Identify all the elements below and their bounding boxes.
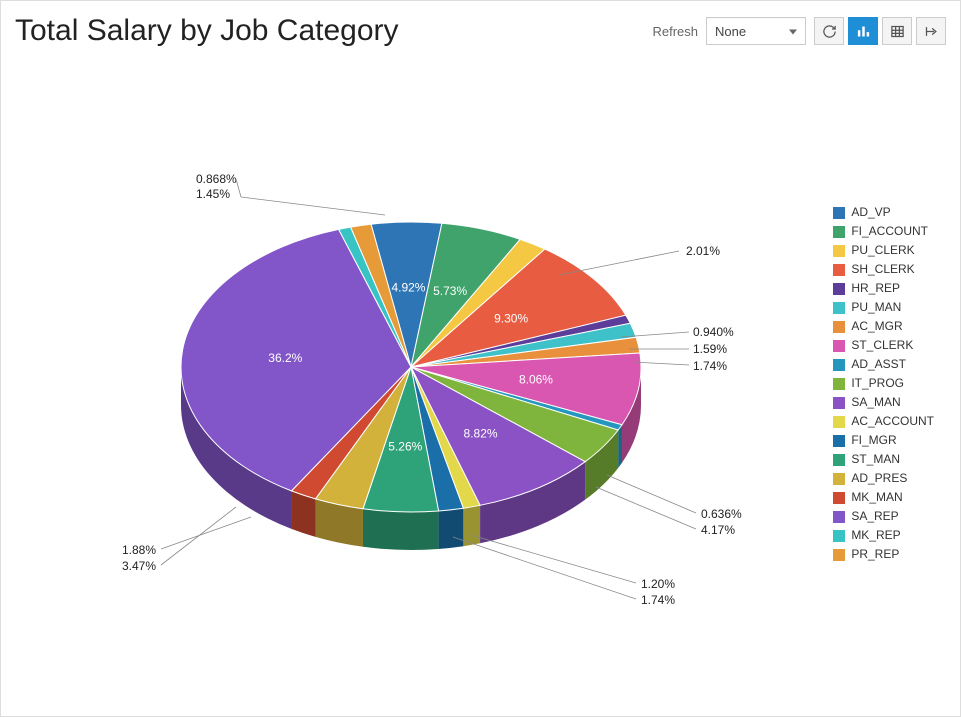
legend-label: SA_MAN	[851, 393, 900, 412]
slice-label: 4.92%	[391, 280, 425, 294]
pie-side	[363, 509, 439, 550]
legend-label: FI_MGR	[851, 431, 896, 450]
slice-label: 9.30%	[494, 311, 528, 325]
slice-callout-label: 1.74%	[693, 359, 727, 373]
legend-swatch	[833, 530, 845, 542]
legend-item[interactable]: MK_REP	[833, 526, 934, 545]
legend-item[interactable]: ST_CLERK	[833, 336, 934, 355]
legend-item[interactable]: SA_REP	[833, 507, 934, 526]
legend-swatch	[833, 245, 845, 257]
legend-swatch	[833, 454, 845, 466]
legend-swatch	[833, 226, 845, 238]
legend-label: AD_VP	[851, 203, 890, 222]
slice-callout-label: 1.20%	[641, 577, 675, 591]
legend-item[interactable]: AC_MGR	[833, 317, 934, 336]
legend-item[interactable]: PU_CLERK	[833, 241, 934, 260]
slice-callout-label: 1.59%	[693, 342, 727, 356]
legend-swatch	[833, 359, 845, 371]
slice-callout-label: 0.940%	[693, 325, 734, 339]
legend-label: HR_REP	[851, 279, 900, 298]
pie-chart: 4.92% 5.73% 9.30% 8.06% 8.82% 5.26% 36.2%	[151, 187, 671, 567]
legend-item[interactable]: AD_PRES	[833, 469, 934, 488]
legend-swatch	[833, 416, 845, 428]
legend-item[interactable]: FI_ACCOUNT	[833, 222, 934, 241]
slice-label: 5.73%	[433, 284, 467, 298]
legend-label: IT_PROG	[851, 374, 904, 393]
legend-item[interactable]: AD_ASST	[833, 355, 934, 374]
legend-item[interactable]: HR_REP	[833, 279, 934, 298]
legend-item[interactable]: MK_MAN	[833, 488, 934, 507]
legend-label: PU_CLERK	[851, 241, 914, 260]
legend-swatch	[833, 435, 845, 447]
legend-item[interactable]: AD_VP	[833, 203, 934, 222]
legend-label: PU_MAN	[851, 298, 901, 317]
refresh-label: Refresh	[652, 24, 698, 39]
legend-swatch	[833, 302, 845, 314]
legend-label: AC_MGR	[851, 317, 902, 336]
legend-swatch	[833, 378, 845, 390]
legend-swatch	[833, 340, 845, 352]
slice-callout-label: 3.47%	[122, 559, 156, 573]
slice-callout-label: 0.868%	[196, 172, 237, 186]
toolbar: Refresh None	[652, 17, 946, 45]
refresh-icon	[822, 24, 837, 39]
slice-label: 8.06%	[519, 372, 553, 386]
view-buttons	[814, 17, 946, 45]
legend-label: FI_ACCOUNT	[851, 222, 928, 241]
table-icon	[890, 24, 905, 39]
pie-side	[463, 505, 480, 546]
legend-label: MK_REP	[851, 526, 900, 545]
legend-swatch	[833, 207, 845, 219]
legend-item[interactable]: PU_MAN	[833, 298, 934, 317]
chart-view-button[interactable]	[848, 17, 878, 45]
legend-item[interactable]: FI_MGR	[833, 431, 934, 450]
slice-label: 8.82%	[464, 427, 498, 441]
slice-callout-label: 1.74%	[641, 593, 675, 607]
slice-label: 36.2%	[268, 351, 302, 365]
legend-label: AC_ACCOUNT	[851, 412, 934, 431]
share-icon	[924, 24, 939, 39]
legend-label: ST_CLERK	[851, 336, 913, 355]
table-view-button[interactable]	[882, 17, 912, 45]
legend-label: SH_CLERK	[851, 260, 914, 279]
legend-label: MK_MAN	[851, 488, 902, 507]
legend-item[interactable]: SH_CLERK	[833, 260, 934, 279]
pie-side	[439, 508, 464, 549]
slice-label: 5.26%	[388, 440, 422, 454]
slice-callout-label: 1.88%	[122, 543, 156, 557]
pie-side	[618, 425, 622, 468]
legend-swatch	[833, 492, 845, 504]
slice-callout-label: 4.17%	[701, 523, 735, 537]
slice-callout-label: 2.01%	[686, 244, 720, 258]
legend-label: SA_REP	[851, 507, 898, 526]
legend-swatch	[833, 511, 845, 523]
legend-swatch	[833, 321, 845, 333]
legend-swatch	[833, 473, 845, 485]
legend-label: PR_REP	[851, 545, 899, 564]
legend-label: AD_ASST	[851, 355, 906, 374]
legend-item[interactable]: PR_REP	[833, 545, 934, 564]
share-button[interactable]	[916, 17, 946, 45]
legend: AD_VPFI_ACCOUNTPU_CLERKSH_CLERKHR_REPPU_…	[833, 203, 934, 564]
refresh-button[interactable]	[814, 17, 844, 45]
legend-swatch	[833, 283, 845, 295]
legend-swatch	[833, 264, 845, 276]
legend-item[interactable]: SA_MAN	[833, 393, 934, 412]
legend-item[interactable]: AC_ACCOUNT	[833, 412, 934, 431]
legend-item[interactable]: ST_MAN	[833, 450, 934, 469]
slice-callout-label: 1.45%	[196, 187, 230, 201]
refresh-select[interactable]: None	[706, 17, 806, 45]
legend-label: AD_PRES	[851, 469, 907, 488]
bar-chart-icon	[856, 24, 871, 39]
chart-area: 4.92% 5.73% 9.30% 8.06% 8.82% 5.26% 36.2% AD_V…	[1, 57, 960, 716]
legend-swatch	[833, 549, 845, 561]
legend-label: ST_MAN	[851, 450, 900, 469]
refresh-selected-value: None	[715, 24, 746, 39]
page-title: Total Salary by Job Category	[15, 14, 399, 48]
legend-item[interactable]: IT_PROG	[833, 374, 934, 393]
slice-callout-label: 0.636%	[701, 507, 742, 521]
legend-swatch	[833, 397, 845, 409]
